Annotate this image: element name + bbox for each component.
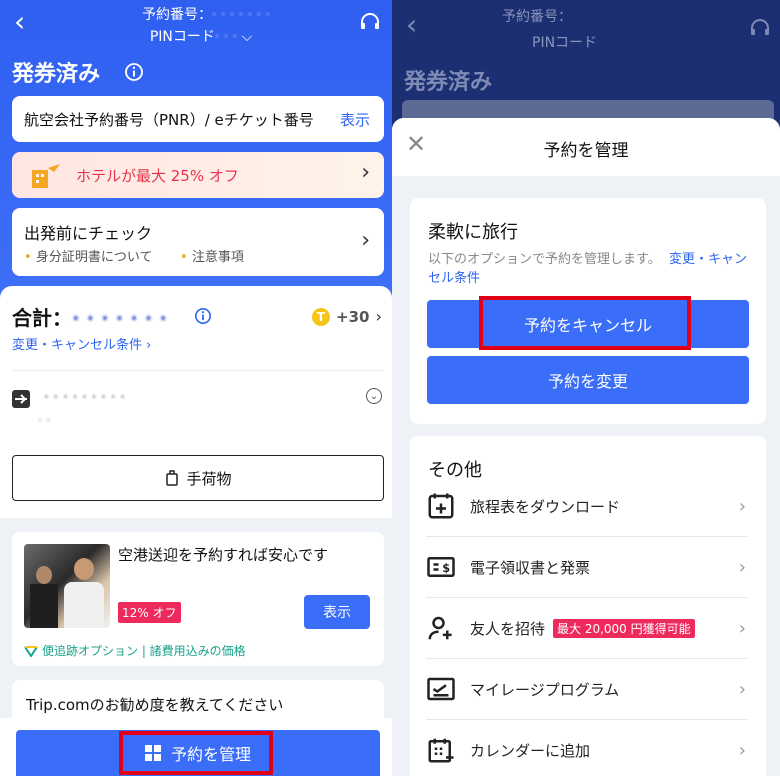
highlight-box bbox=[479, 296, 691, 350]
plane-icon bbox=[12, 390, 30, 408]
left-screen: ‹ 予約番号：· · · · · · · PINコード· · · ⌵ 発券済み … bbox=[0, 0, 392, 776]
headset-icon[interactable] bbox=[358, 10, 382, 34]
back-arrow-icon[interactable]: ‹ bbox=[14, 8, 25, 36]
pnr-card: 航空会社予約番号（PNR）/ eチケット番号 表示 bbox=[12, 96, 384, 142]
flex-title: 柔軟に旅行 bbox=[428, 222, 518, 243]
invite-icon bbox=[428, 616, 452, 640]
check-item-notes: • 注意事項 bbox=[180, 250, 244, 265]
hotel-banner[interactable]: ホテルが最大 25% オフ › bbox=[12, 152, 384, 198]
menu-item-receipt[interactable]: $ 電子領収書と発票 › bbox=[410, 537, 750, 597]
flight-info: · · · · · · · · · bbox=[44, 388, 126, 406]
menu-item-calendar[interactable]: カレンダーに追加 › bbox=[410, 720, 750, 776]
chevron-right-icon: › bbox=[738, 739, 746, 761]
menu-item-invite[interactable]: 友人を招待 最大 20,000 円獲得可能 › bbox=[410, 598, 750, 658]
chevron-right-icon: › bbox=[738, 678, 746, 700]
survey-text: Trip.comのお勧め度を教えてください bbox=[26, 696, 284, 714]
check-card[interactable]: 出発前にチェック • 身分証明書について • 注意事項 › bbox=[12, 208, 384, 276]
sheet-title: 予約を管理 bbox=[543, 141, 629, 161]
chevron-right-icon: › bbox=[738, 556, 746, 578]
coin-icon: T bbox=[312, 307, 330, 326]
hotel-icon bbox=[32, 164, 60, 188]
baggage-button[interactable]: 手荷物 bbox=[12, 455, 384, 501]
menu-item-label: マイレージプログラム bbox=[470, 680, 620, 699]
info-icon[interactable] bbox=[194, 307, 212, 325]
pin-code[interactable]: PINコード· · · ⌵ bbox=[126, 26, 276, 46]
transfer-photo bbox=[24, 544, 110, 628]
highlight-box bbox=[119, 731, 273, 775]
check-item-id: • 身分証明書について bbox=[24, 250, 153, 265]
points-badge[interactable]: T +30 › bbox=[312, 307, 382, 326]
transfer-note: 便追跡オプション | 諸費用込みの価格 bbox=[24, 642, 246, 659]
pnr-label: 航空会社予約番号（PNR）/ eチケット番号 bbox=[24, 111, 314, 129]
menu-item-label: 友人を招待 bbox=[470, 619, 546, 638]
booking-number: 予約番号： bbox=[502, 9, 572, 25]
chevron-right-icon: › bbox=[738, 495, 746, 517]
baggage-icon bbox=[166, 470, 179, 486]
check-heart-icon bbox=[24, 645, 38, 657]
chevron-right-icon: › bbox=[375, 307, 382, 326]
expand-icon[interactable]: ⌄ bbox=[366, 388, 382, 404]
chevron-right-icon: › bbox=[361, 228, 370, 253]
headset-icon bbox=[751, 19, 769, 35]
transfer-view-button[interactable]: 表示 bbox=[304, 595, 370, 629]
points-value: +30 bbox=[336, 307, 370, 326]
menu-item-itinerary[interactable]: 旅程表をダウンロード › bbox=[410, 476, 750, 536]
invite-reward-badge: 最大 20,000 円獲得可能 bbox=[553, 618, 695, 638]
back-arrow-icon: ‹ bbox=[406, 8, 418, 41]
change-cancel-link[interactable]: 変更・キャンセル条件 › bbox=[12, 334, 151, 353]
booking-number: 予約番号：· · · · · · · bbox=[142, 7, 270, 23]
svg-text:$: $ bbox=[442, 562, 450, 575]
transfer-title: 空港送迎を予約すれば安心です bbox=[118, 546, 329, 564]
discount-badge: 12% オフ bbox=[118, 602, 181, 623]
baggage-label: 手荷物 bbox=[186, 469, 232, 488]
change-booking-button[interactable]: 予約を変更 bbox=[427, 356, 749, 404]
divider bbox=[12, 370, 384, 371]
other-card: その他 旅程表をダウンロード › $ 電子領収書と発票 › 友人を招待 最大 2… bbox=[410, 436, 766, 776]
mileage-icon bbox=[427, 677, 455, 701]
menu-item-label: カレンダーに追加 bbox=[470, 741, 591, 760]
status-title: 発券済み bbox=[12, 62, 101, 87]
pin-code: PINコード bbox=[532, 35, 598, 51]
chevron-right-icon: › bbox=[361, 160, 370, 185]
check-title: 出発前にチェック bbox=[24, 224, 153, 243]
flex-desc: 以下のオプションで予約を管理します。 変更・キャンセル条件 bbox=[428, 252, 747, 286]
transfer-card: 空港送迎を予約すれば安心です 12% オフ 表示 便追跡オプション | 諸費用込… bbox=[12, 532, 384, 666]
chevron-right-icon: › bbox=[738, 617, 746, 639]
flight-info-sub: · · bbox=[38, 414, 51, 429]
itinerary-icon bbox=[428, 493, 454, 519]
total-price: 合計：· · · · · · · bbox=[12, 306, 167, 330]
hotel-banner-text: ホテルが最大 25% オフ bbox=[76, 167, 239, 185]
pnr-view-link[interactable]: 表示 bbox=[340, 109, 370, 130]
calendar-icon bbox=[428, 738, 454, 763]
menu-item-mileage[interactable]: マイレージプログラム › bbox=[410, 659, 750, 719]
receipt-icon: $ bbox=[427, 557, 455, 577]
status-title: 発券済み bbox=[404, 70, 493, 95]
right-screen: ‹ 予約番号： PINコード 発券済み ✕ 予約を管理 柔軟に旅行 以下のオプシ… bbox=[392, 0, 780, 776]
menu-item-label: 電子領収書と発票 bbox=[470, 558, 591, 577]
menu-item-label: 旅程表をダウンロード bbox=[470, 497, 621, 516]
info-icon[interactable] bbox=[124, 62, 144, 82]
